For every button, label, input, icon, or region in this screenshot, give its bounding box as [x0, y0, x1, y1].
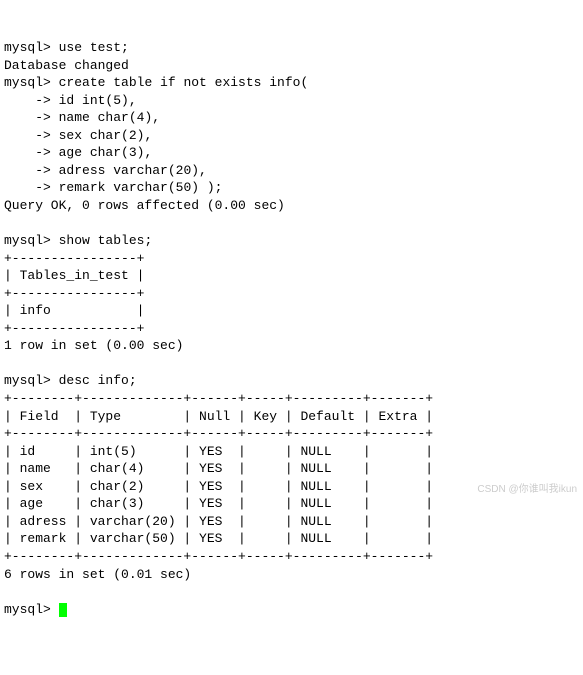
command-text: name char(4),: [59, 110, 160, 125]
result-footer: 6 rows in set (0.01 sec): [4, 567, 191, 582]
prompt: mysql>: [4, 75, 51, 90]
command-text: id int(5),: [59, 93, 137, 108]
command-text: remark varchar(50) );: [59, 180, 223, 195]
cont-prompt: ->: [4, 145, 51, 160]
terminal-line: mysql> create table if not exists info(: [4, 75, 308, 90]
terminal-line: Database changed: [4, 58, 129, 73]
terminal-line: mysql> desc info;: [4, 373, 137, 388]
cont-prompt: ->: [4, 163, 51, 178]
prompt: mysql>: [4, 233, 51, 248]
terminal-line: mysql> use test;: [4, 40, 129, 55]
watermark: CSDN @你谁叫我ikun: [477, 483, 577, 497]
cursor-icon[interactable]: [59, 603, 67, 617]
command-text: create table if not exists info(: [59, 75, 309, 90]
cont-prompt: ->: [4, 180, 51, 195]
table-row: | info |: [4, 303, 144, 318]
terminal-line: -> sex char(2),: [4, 128, 152, 143]
table-row: | sex | char(2) | YES | | NULL | |: [4, 479, 433, 494]
table-border: +----------------+: [4, 286, 144, 301]
command-text: use test;: [59, 40, 129, 55]
prompt: mysql>: [4, 602, 51, 617]
terminal-line: Query OK, 0 rows affected (0.00 sec): [4, 198, 285, 213]
terminal-line: mysql> show tables;: [4, 233, 152, 248]
command-text: adress varchar(20),: [59, 163, 207, 178]
terminal-line: -> id int(5),: [4, 93, 137, 108]
terminal-line: -> adress varchar(20),: [4, 163, 207, 178]
table-border: +--------+-------------+------+-----+---…: [4, 549, 433, 564]
cont-prompt: ->: [4, 93, 51, 108]
prompt: mysql>: [4, 373, 51, 388]
terminal-line: -> age char(3),: [4, 145, 152, 160]
table-border: +--------+-------------+------+-----+---…: [4, 391, 433, 406]
command-text: show tables;: [59, 233, 153, 248]
cont-prompt: ->: [4, 128, 51, 143]
table-row: | name | char(4) | YES | | NULL | |: [4, 461, 433, 476]
table-border: +--------+-------------+------+-----+---…: [4, 426, 433, 441]
terminal-line[interactable]: mysql>: [4, 602, 67, 617]
terminal-line: -> remark varchar(50) );: [4, 180, 222, 195]
table-header: | Field | Type | Null | Key | Default | …: [4, 409, 433, 424]
terminal-line: -> name char(4),: [4, 110, 160, 125]
table-border: +----------------+: [4, 251, 144, 266]
command-text: desc info;: [59, 373, 137, 388]
result-footer: 1 row in set (0.00 sec): [4, 338, 183, 353]
table-row: | remark | varchar(50) | YES | | NULL | …: [4, 531, 433, 546]
table-border: +----------------+: [4, 321, 144, 336]
command-text: sex char(2),: [59, 128, 153, 143]
table-row: | adress | varchar(20) | YES | | NULL | …: [4, 514, 433, 529]
table-row: | id | int(5) | YES | | NULL | |: [4, 444, 433, 459]
prompt: mysql>: [4, 40, 51, 55]
command-text: age char(3),: [59, 145, 153, 160]
table-header: | Tables_in_test |: [4, 268, 144, 283]
cont-prompt: ->: [4, 110, 51, 125]
table-row: | age | char(3) | YES | | NULL | |: [4, 496, 433, 511]
